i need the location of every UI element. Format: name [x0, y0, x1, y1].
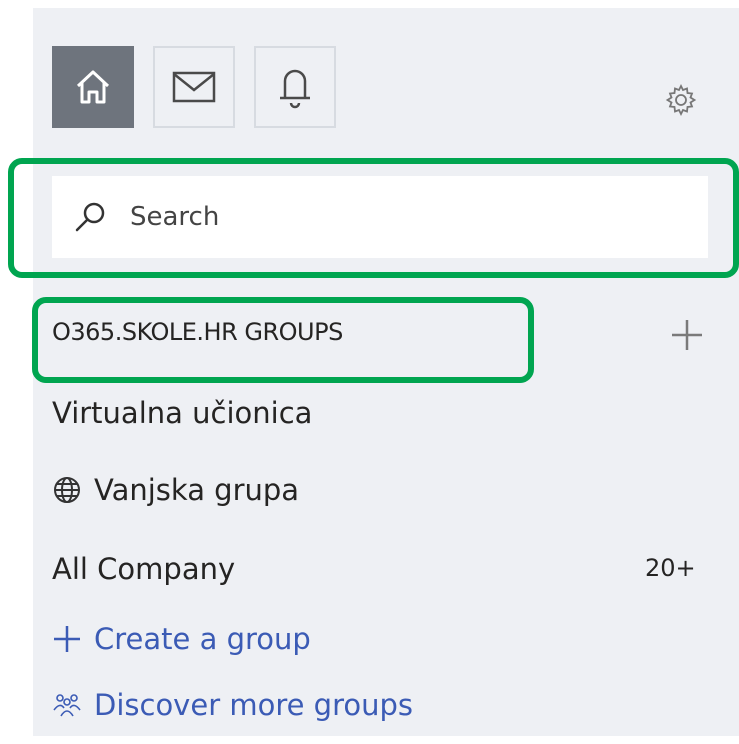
discover-groups-label: Discover more groups — [94, 688, 413, 722]
unread-count-badge: 20+ — [645, 554, 696, 582]
plus-icon — [54, 626, 80, 652]
mail-button[interactable] — [153, 46, 235, 128]
group-item-label: Vanjska grupa — [94, 473, 300, 507]
groups-header: O365.SKOLE.HR GROUPS — [52, 318, 343, 346]
discover-groups-link[interactable]: Discover more groups — [52, 688, 413, 722]
globe-icon — [54, 477, 80, 503]
mail-icon — [172, 71, 216, 103]
people-icon — [53, 694, 81, 717]
home-button[interactable] — [52, 46, 134, 128]
group-item-all-company[interactable]: All Company — [52, 552, 235, 586]
bell-icon — [280, 69, 310, 109]
group-item-label: All Company — [52, 552, 236, 586]
gear-icon — [665, 83, 697, 117]
create-group-link[interactable]: Create a group — [52, 622, 311, 656]
notifications-button[interactable] — [254, 46, 336, 128]
group-item-vanjska-grupa[interactable]: Vanjska grupa — [52, 473, 299, 507]
search-icon — [75, 202, 105, 232]
search-input[interactable] — [130, 202, 630, 232]
search-box[interactable] — [52, 176, 708, 258]
add-group-plus-icon[interactable] — [670, 318, 704, 352]
home-icon — [76, 70, 110, 104]
group-item-label: Virtualna učionica — [52, 396, 313, 430]
settings-button[interactable] — [663, 82, 699, 118]
group-item-virtualna-ucionica[interactable]: Virtualna učionica — [52, 396, 312, 430]
create-group-label: Create a group — [94, 622, 311, 656]
